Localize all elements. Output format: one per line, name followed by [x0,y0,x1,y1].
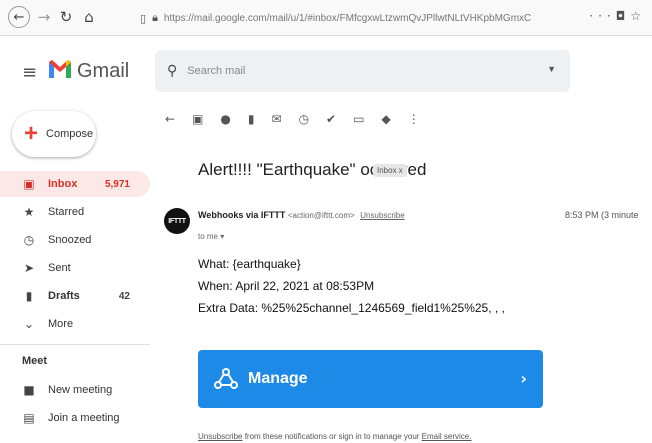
sidebar-item-drafts[interactable]: ▮ Drafts 42 [0,283,150,309]
footer-text: from these notifications or sign in to m… [242,432,422,441]
main-menu-icon[interactable]: ≡ [22,62,37,83]
compose-button[interactable]: + Compose [12,111,96,157]
search-input[interactable]: Search mail [187,65,245,77]
meet-section-title: Meet [22,355,48,367]
sidebar-divider [0,344,150,345]
plus-icon: + [24,120,39,147]
sidebar-item-label: Snoozed [48,234,92,246]
sender-email: <action@ifttt.com> [287,211,355,220]
body-when: When: April 22, 2021 at 08:53PM [198,279,375,293]
sender-name: Webhooks via IFTTT [198,210,286,220]
back-to-inbox-icon[interactable]: ← [165,112,175,126]
sidebar-item-label: Drafts [48,290,80,302]
sidebar-item-label: Inbox [48,178,78,190]
draft-icon: ▮ [25,289,33,303]
chevron-down-icon: ⌄ [23,317,35,331]
sender-line: Webhooks via IFTTT <action@ifttt.com> Un… [198,210,405,220]
add-task-icon[interactable]: ✔ [326,112,336,126]
mark-unread-icon[interactable]: ✉ [272,112,282,126]
home-icon[interactable]: ⌂ [78,6,100,28]
body-what: What: {earthquake} [198,257,301,271]
draft-count: 42 [118,290,130,302]
inbox-label-chip[interactable]: Inbox x [373,164,407,177]
ellipsis-icon[interactable]: ··· [589,9,615,23]
message-toolbar: ← ▣ ● ▮ ✉ ◷ ✔ ▭ ◆ ⋮ [165,109,437,129]
browser-actions: ···◘☆ [589,9,646,23]
search-icon[interactable]: ⚲ [167,63,177,79]
sidebar-item-snoozed[interactable]: ◷ Snoozed [0,227,150,253]
chevron-right-icon: › [520,369,527,388]
sidebar-item-label: New meeting [48,384,113,396]
message-time: 8:53 PM (3 minute [565,210,639,220]
more-options-icon[interactable]: ⋮ [408,112,420,126]
search-options-icon[interactable]: ▼ [547,64,556,74]
move-to-icon[interactable]: ▭ [353,112,364,126]
page-info-icon[interactable]: ▯ [140,12,146,25]
recipient-details[interactable]: to me ▾ [198,232,224,241]
lock-icon[interactable]: 🔒︎ [152,11,158,25]
sidebar-item-starred[interactable]: ★ Starred [0,199,150,225]
pocket-icon[interactable]: ◘ [616,9,631,23]
unsubscribe-link[interactable]: Unsubscribe [360,211,404,220]
app-name[interactable]: Gmail [77,60,129,83]
manage-label: Manage [248,370,308,387]
snooze-icon[interactable]: ◷ [299,112,309,126]
compose-label: Compose [46,128,94,140]
recipient-text: to me [198,232,219,241]
inbox-icon: ▣ [23,177,35,191]
report-spam-icon[interactable]: ● [220,112,230,126]
footer-note: Unsubscribe from these notifications or … [198,432,471,441]
bookmark-star-icon[interactable]: ☆ [630,9,646,23]
forward-arrow-icon[interactable]: → [33,6,55,28]
sidebar-item-label: Join a meeting [48,412,120,424]
label-icon[interactable]: ◆ [381,112,390,126]
send-icon: ➤ [23,261,35,275]
address-bar[interactable]: ▯ 🔒︎ https://mail.google.com/mail/u/1/#i… [140,6,610,30]
archive-icon[interactable]: ▣ [192,112,203,126]
back-arrow-icon[interactable]: ← [8,6,30,28]
unread-count: 5,971 [104,178,130,190]
body-extra-data: Extra Data: %25%25channel_1246569_field1… [198,301,505,315]
recipient-caret-icon: ▾ [220,232,225,241]
sidebar-item-more[interactable]: ⌄ More [0,311,150,337]
clock-icon: ◷ [23,233,35,247]
reload-icon[interactable]: ↻ [55,6,77,28]
sender-avatar: IFTTT [164,208,190,234]
gmail-logo-icon[interactable] [47,58,73,80]
search-mail-box[interactable]: ⚲ Search mail ▼ [155,50,570,92]
sidebar-item-sent[interactable]: ➤ Sent [0,255,150,281]
manage-button[interactable]: Manage › [198,350,543,408]
url-text: https://mail.google.com/mail/u/1/#inbox/… [163,12,532,24]
webhooks-icon [214,368,238,389]
video-icon: ■ [23,383,35,397]
sidebar-item-label: More [48,318,74,330]
sidebar-item-label: Starred [48,206,85,218]
sidebar-item-join-meeting[interactable]: ▤ Join a meeting [0,405,150,431]
star-icon: ★ [23,205,35,219]
sidebar-item-new-meeting[interactable]: ■ New meeting [0,377,150,403]
sidebar-item-label: Sent [48,262,71,274]
footer-unsubscribe-link[interactable]: Unsubscribe [198,432,242,441]
keyboard-icon: ▤ [23,411,35,425]
delete-icon[interactable]: ▮ [248,112,255,126]
browser-toolbar: ← → ↻ ⌂ ▯ 🔒︎ https://mail.google.com/mai… [0,0,652,36]
email-service-link[interactable]: Email service. [422,432,472,441]
sidebar-item-inbox[interactable]: ▣ Inbox 5,971 [0,171,150,197]
